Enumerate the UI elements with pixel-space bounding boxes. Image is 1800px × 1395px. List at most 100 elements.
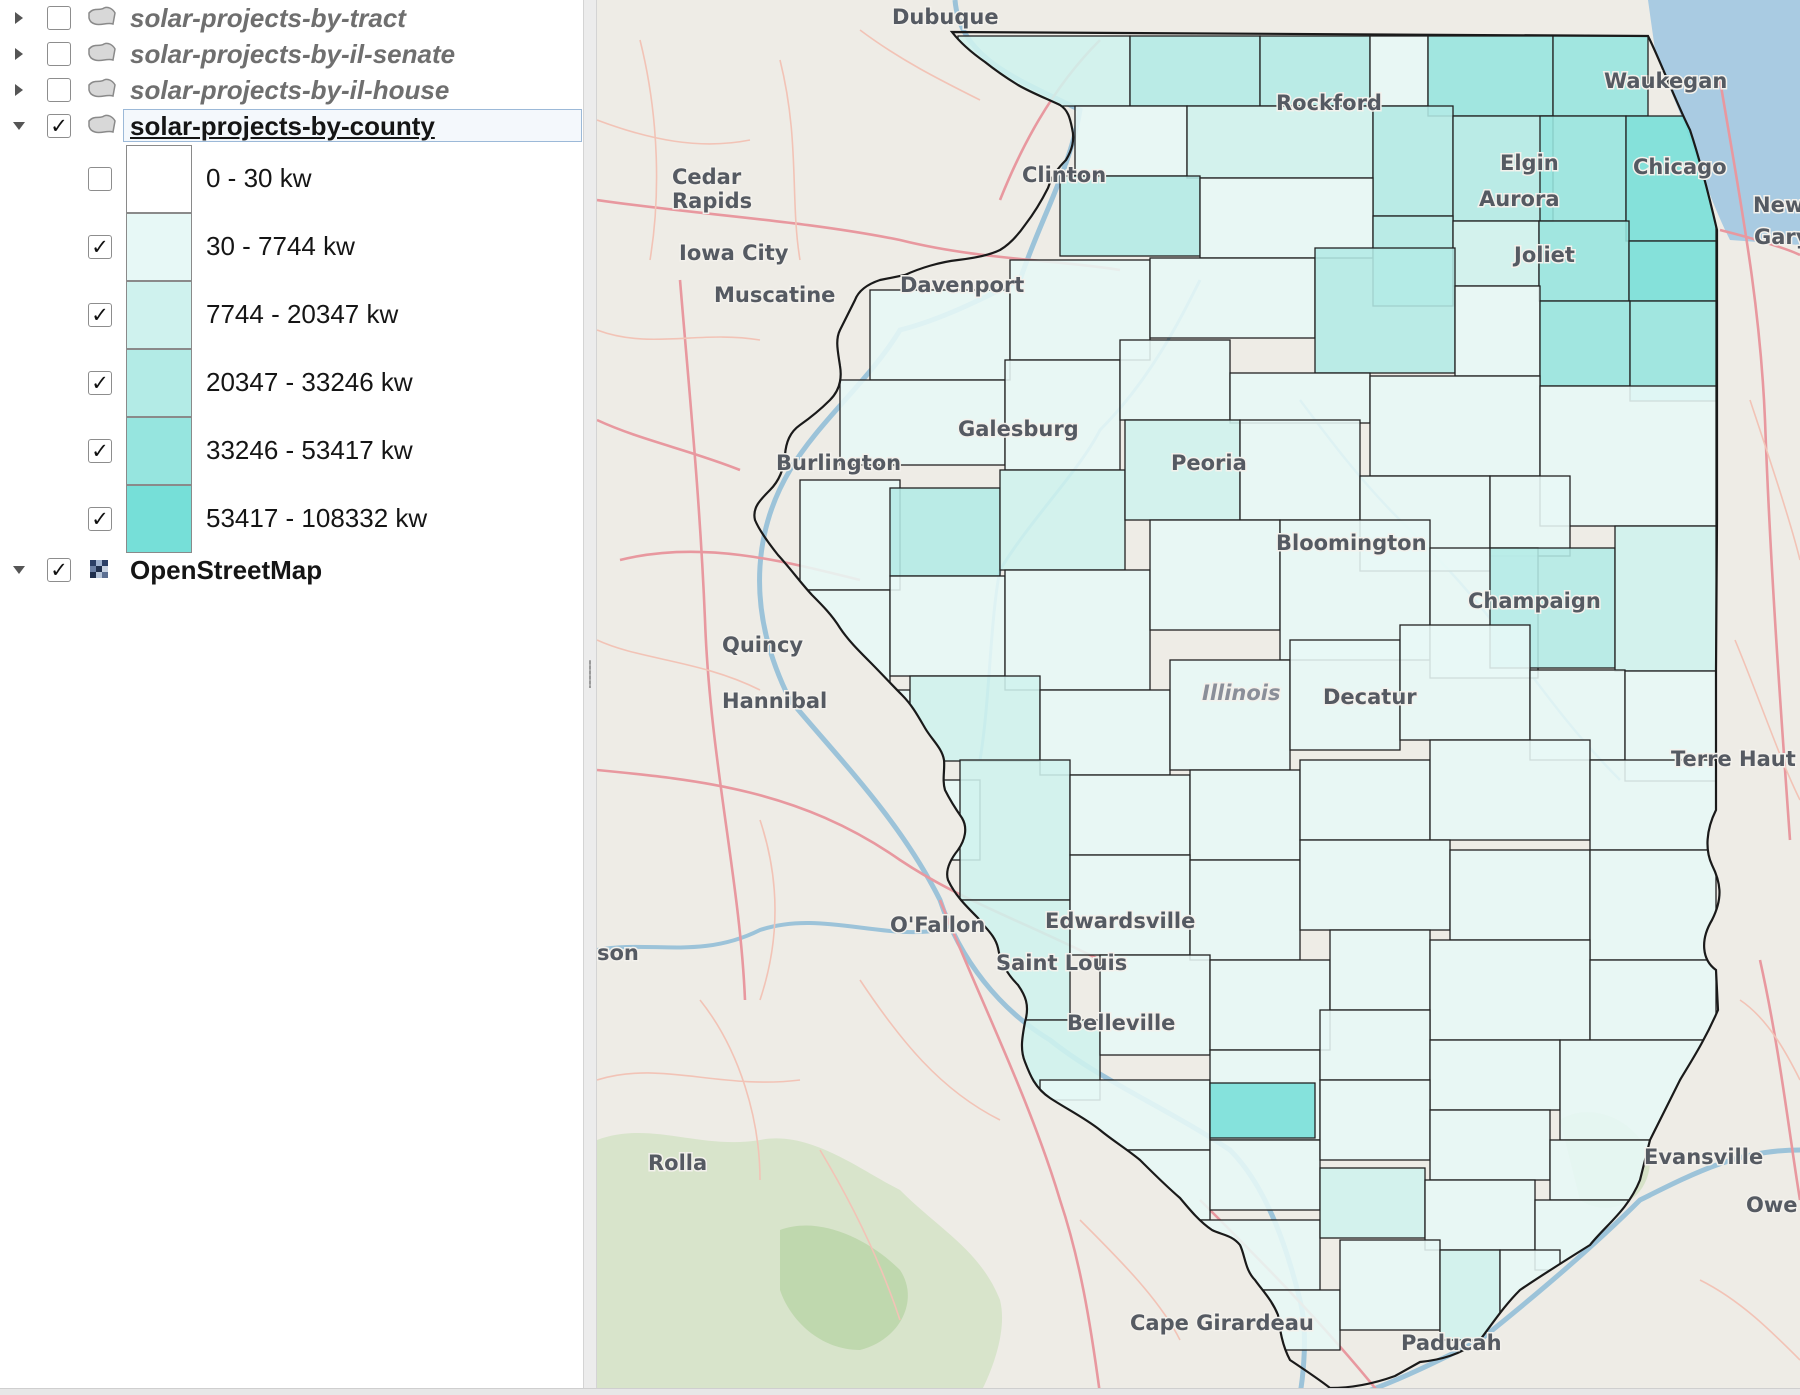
county-polygon[interactable] — [1186, 105, 1374, 179]
county-polygon[interactable] — [1004, 569, 1151, 691]
county-polygon[interactable] — [957, 35, 1131, 107]
legend-entry[interactable]: ✓ 30 - 7744 kw — [0, 213, 583, 281]
county-polygon[interactable] — [1424, 1179, 1536, 1251]
county-polygon[interactable] — [1119, 339, 1231, 421]
legend-class-checkbox[interactable] — [88, 167, 112, 191]
city-label: Cedar Rapids — [672, 165, 752, 213]
legend-class-checkbox[interactable]: ✓ — [88, 303, 112, 327]
county-polygon[interactable] — [1129, 35, 1261, 107]
layer-name[interactable]: solar-projects-by-il-house — [130, 75, 449, 106]
county-polygon[interactable] — [1004, 359, 1121, 471]
county-polygon[interactable] — [1299, 759, 1431, 841]
expand-arrow-icon[interactable] — [12, 11, 26, 25]
layer-visibility-checkbox[interactable]: ✓ — [47, 114, 71, 138]
collapse-arrow-icon[interactable] — [12, 119, 26, 133]
county-polygon[interactable] — [1339, 1239, 1441, 1331]
county-polygon[interactable] — [1399, 624, 1531, 741]
county-polygon[interactable] — [1199, 177, 1374, 259]
layer-visibility-checkbox[interactable] — [47, 42, 71, 66]
county-polygon[interactable] — [1209, 959, 1331, 1051]
county-polygon[interactable] — [1209, 1139, 1321, 1211]
legend-entry[interactable]: ✓ 7744 - 20347 kw — [0, 281, 583, 349]
county-polygon[interactable] — [1314, 247, 1456, 374]
legend-swatch — [126, 213, 192, 281]
legend-entry[interactable]: ✓ 33246 - 53417 kw — [0, 417, 583, 485]
county-polygon[interactable] — [1539, 300, 1631, 387]
layer-visibility-checkbox[interactable] — [47, 6, 71, 30]
legend-entry[interactable]: ✓ 20347 - 33246 kw — [0, 349, 583, 417]
county-polygon[interactable] — [1299, 839, 1451, 931]
county-polygon[interactable] — [869, 289, 1011, 381]
county-polygon[interactable] — [1069, 774, 1191, 856]
county-polygon[interactable] — [1229, 372, 1371, 424]
county-polygon[interactable] — [1039, 1079, 1211, 1151]
county-polygon[interactable] — [1319, 1079, 1431, 1161]
county-polygon[interactable] — [1429, 739, 1591, 841]
county-polygon[interactable] — [1239, 419, 1361, 521]
county-polygon[interactable] — [909, 675, 1041, 762]
county-polygon[interactable] — [1628, 240, 1717, 302]
county-polygon[interactable] — [1454, 285, 1541, 377]
splitter-grip-icon[interactable] — [589, 660, 591, 688]
county-polygon[interactable] — [1319, 1009, 1431, 1081]
legend-label: 0 - 30 kw — [206, 163, 312, 193]
county-polygon[interactable] — [1329, 929, 1431, 1011]
layer-row-tract[interactable]: solar-projects-by-tract — [0, 0, 583, 36]
county-polygon[interactable] — [1369, 375, 1541, 477]
city-label: New — [1753, 193, 1800, 217]
layer-row-il-senate[interactable]: solar-projects-by-il-senate — [0, 36, 583, 72]
layer-visibility-checkbox[interactable]: ✓ — [47, 558, 71, 582]
county-polygon[interactable] — [1429, 1109, 1551, 1181]
county-polygon[interactable] — [1189, 859, 1301, 961]
county-polygon[interactable] — [1372, 105, 1454, 217]
layer-visibility-checkbox[interactable] — [47, 78, 71, 102]
collapse-arrow-icon[interactable] — [12, 563, 26, 577]
county-polygon[interactable] — [1499, 1249, 1561, 1321]
county-polygon[interactable] — [1589, 849, 1717, 961]
county-polygon[interactable] — [1429, 1039, 1561, 1111]
county-polygon[interactable] — [1319, 1167, 1426, 1239]
layer-row-il-house[interactable]: solar-projects-by-il-house — [0, 72, 583, 108]
county-polygon[interactable] — [1589, 959, 1717, 1041]
layer-row-county[interactable]: ✓ solar-projects-by-county — [0, 108, 583, 144]
layer-name[interactable]: solar-projects-by-tract — [130, 3, 406, 34]
county-polygon[interactable] — [1589, 759, 1717, 851]
county-polygon[interactable] — [1489, 475, 1571, 557]
legend-class-checkbox[interactable]: ✓ — [88, 371, 112, 395]
county-polygon[interactable] — [1169, 1219, 1321, 1291]
county-polygon[interactable] — [1149, 519, 1281, 631]
legend-class-checkbox[interactable]: ✓ — [88, 507, 112, 531]
layer-name[interactable]: solar-projects-by-county — [130, 111, 435, 142]
county-polygon[interactable] — [1189, 769, 1301, 861]
county-polygon[interactable] — [1099, 1149, 1211, 1221]
county-polygon[interactable] — [889, 575, 1006, 677]
legend-entry[interactable]: ✓ 53417 - 108332 kw — [0, 485, 583, 553]
county-polygon[interactable] — [1559, 1039, 1711, 1141]
county-polygon[interactable] — [799, 479, 901, 591]
road — [1699, 1279, 1800, 1361]
county-polygon[interactable] — [1614, 525, 1717, 672]
legend-entry[interactable]: 0 - 30 kw — [0, 145, 583, 213]
county-polygon[interactable] — [1059, 175, 1201, 257]
layer-name[interactable]: solar-projects-by-il-senate — [130, 39, 455, 70]
layer-row-openstreetmap[interactable]: ✓ OpenStreetMap — [0, 552, 583, 588]
map-svg[interactable]: Dubuque Waukegan Rockford Cedar Rapids Clinto… — [597, 0, 1800, 1394]
expand-arrow-icon[interactable] — [12, 47, 26, 61]
county-polygon[interactable] — [1429, 939, 1591, 1041]
panel-splitter[interactable] — [583, 0, 597, 1394]
county-polygon[interactable] — [1069, 854, 1191, 956]
county-polygon[interactable] — [1449, 849, 1591, 941]
layer-name[interactable]: OpenStreetMap — [130, 555, 322, 586]
expand-arrow-icon[interactable] — [12, 83, 26, 97]
county-polygon[interactable] — [1169, 659, 1291, 771]
county-polygon[interactable] — [1209, 1082, 1316, 1139]
county-polygon[interactable] — [959, 759, 1071, 901]
county-polygon[interactable] — [1427, 35, 1554, 117]
county-polygon[interactable] — [889, 487, 1001, 577]
legend-class-checkbox[interactable]: ✓ — [88, 235, 112, 259]
county-polygon[interactable] — [999, 469, 1126, 571]
map-canvas[interactable]: Dubuque Waukegan Rockford Cedar Rapids Clinto… — [597, 0, 1800, 1394]
county-polygon[interactable] — [1149, 257, 1316, 339]
road — [639, 39, 658, 261]
legend-class-checkbox[interactable]: ✓ — [88, 439, 112, 463]
